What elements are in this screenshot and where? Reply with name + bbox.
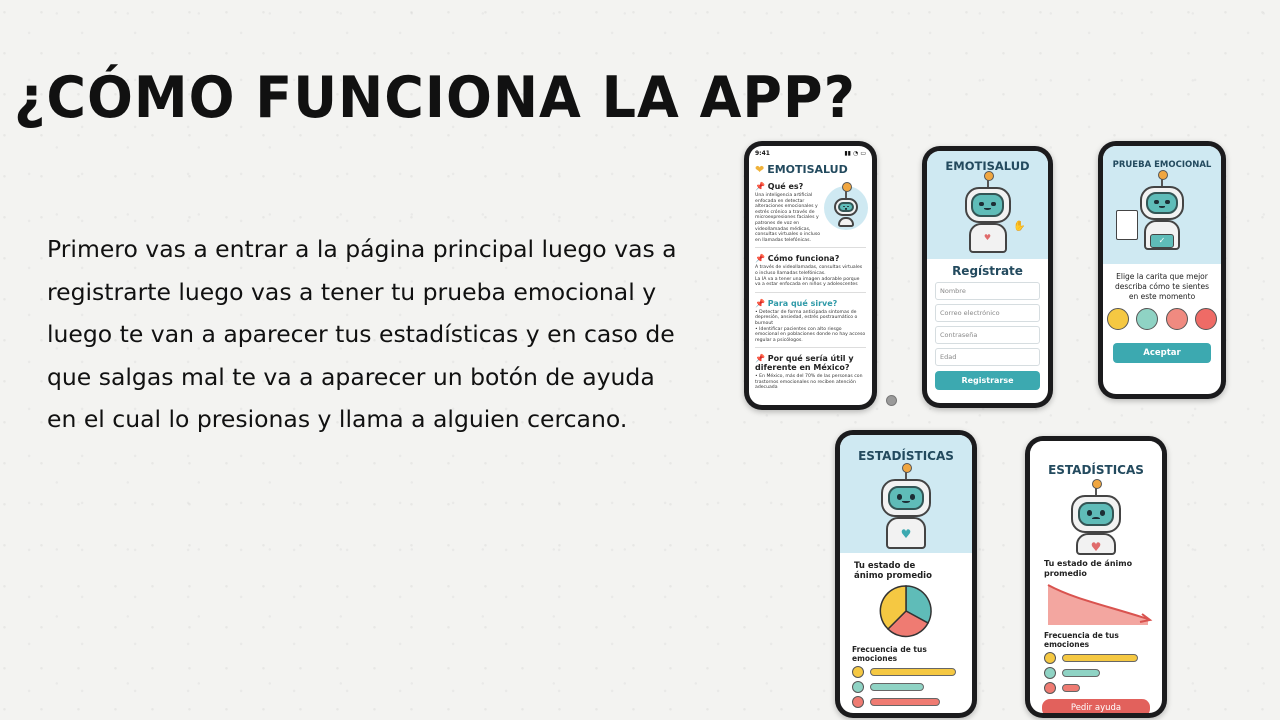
emoji-happy-icon[interactable] <box>1107 308 1130 330</box>
emoji-happy-icon <box>1044 652 1056 664</box>
sad-bar <box>870 698 940 706</box>
app-name: EMOTISALUD <box>767 163 848 176</box>
section-why-text: • En México, más del 70% de las personas… <box>755 374 863 391</box>
section-how-text1: A través de videollamadas, consultas vir… <box>755 265 863 276</box>
emoji-sad-icon <box>1044 682 1056 694</box>
trend-down-icon <box>1047 584 1153 625</box>
phone-emotional-test: PRUEBA EMOCIONAL ✓ Elige la carita que m… <box>1098 141 1226 399</box>
pin-icon: 📌 <box>755 298 765 308</box>
email-field[interactable]: Correo electrónico <box>935 304 1040 322</box>
test-title: PRUEBA EMOCIONAL <box>1112 160 1212 170</box>
section-what-title: Qué es? <box>767 182 804 191</box>
emoji-angry-icon[interactable] <box>1194 308 1217 330</box>
pin-icon: 📌 <box>755 354 765 364</box>
robot-icon: ♥ <box>871 463 941 549</box>
neutral-bar <box>1062 669 1100 677</box>
emoji-happy-icon <box>852 666 864 678</box>
wave-hand-icon: ✋ <box>1013 221 1026 232</box>
robot-sad-icon: ♥ <box>1061 479 1131 555</box>
section-use-title: Para qué sirve? <box>767 298 838 308</box>
section-use-item: • Identificar pacientes con alto riesgo … <box>755 326 866 343</box>
emoji-sad-icon <box>852 696 864 708</box>
test-screen: PRUEBA EMOCIONAL ✓ Elige la carita que m… <box>1103 146 1221 394</box>
statistics-title: ESTADÍSTICAS <box>858 449 954 463</box>
emoji-neutral-icon[interactable] <box>1136 308 1159 330</box>
register-button[interactable]: Registrarse <box>935 371 1040 390</box>
check-icon: ✓ <box>1150 234 1174 248</box>
age-field[interactable]: Edad <box>935 348 1040 366</box>
emoji-neutral-icon <box>1044 667 1056 679</box>
emoji-neutral-icon <box>852 681 864 693</box>
section-how-title: Cómo funciona? <box>767 254 840 264</box>
home-screen: 9:41 ▮▮ ◔ ▭ ❤ EMOTISALUD 📌 Qué es? Una i… <box>749 146 872 405</box>
pin-icon: 📌 <box>755 254 765 264</box>
help-button[interactable]: Pedir ayuda <box>1042 699 1150 713</box>
phone-statistics: ESTADÍSTICAS ♥ Tu estado de ánimo promed… <box>835 430 977 718</box>
clipboard-icon <box>1116 210 1138 240</box>
test-prompt: Elige la carita que mejor describa cómo … <box>1114 272 1210 301</box>
emoji-sad-icon[interactable] <box>1165 308 1188 330</box>
status-time: 9:41 <box>755 150 770 157</box>
phone-register: EMOTISALUD ♥ ✋ Regístrate Nombre Correo … <box>922 146 1053 408</box>
slide-title: ¿CÓMO FUNCIONA LA APP? <box>14 64 856 131</box>
frequency-label: Frecuencia de tus emociones <box>1044 631 1119 649</box>
status-icons: ▮▮ ◔ ▭ <box>844 150 866 157</box>
robot-illustration <box>824 182 868 230</box>
scroll-indicator-icon[interactable] <box>886 395 897 406</box>
robot-icon: ✓ <box>1116 170 1194 254</box>
phone-home: 9:41 ▮▮ ◔ ▭ ❤ EMOTISALUD 📌 Qué es? Una i… <box>744 141 877 410</box>
frequency-bars <box>1044 652 1162 694</box>
neutral-bar <box>870 683 924 691</box>
section-how-text2: La IA va a tener una imagen adorable por… <box>755 276 860 288</box>
mood-label: Tu estado de ánimo promedio <box>854 561 932 581</box>
phone-statistics-help: ESTADÍSTICAS ♥ Tu estado de ánimo promed… <box>1025 436 1167 718</box>
register-heading: Regístrate <box>952 264 1023 278</box>
frequency-label: Frecuencia de tus emociones <box>852 645 927 663</box>
happy-bar <box>870 668 956 676</box>
statistics-title: ESTADÍSTICAS <box>1048 463 1144 477</box>
accept-button[interactable]: Aceptar <box>1113 343 1211 363</box>
robot-icon: ♥ ✋ <box>956 171 1026 253</box>
section-use-item: • Detectar de forma anticipada síntomas … <box>755 309 858 326</box>
sad-bar <box>1062 684 1080 692</box>
slide-body: Primero vas a entrar a la página princip… <box>47 235 677 433</box>
pie-chart-icon <box>879 585 932 638</box>
frequency-bars <box>852 666 972 708</box>
happy-bar <box>1062 654 1138 662</box>
robot-icon <box>831 182 861 228</box>
statistics-help-screen: ESTADÍSTICAS ♥ Tu estado de ánimo promed… <box>1030 441 1162 713</box>
section-what-text: Una inteligencia artificial enfocada en … <box>755 193 821 243</box>
register-screen: EMOTISALUD ♥ ✋ Regístrate Nombre Correo … <box>927 151 1048 403</box>
pin-icon: 📌 <box>755 182 765 191</box>
statistics-screen: ESTADÍSTICAS ♥ Tu estado de ánimo promed… <box>840 435 972 713</box>
heart-icon: ❤ <box>755 163 765 176</box>
section-why-title: Por qué sería útil y diferente en México… <box>755 354 854 373</box>
emoji-row <box>1103 308 1221 334</box>
name-field[interactable]: Nombre <box>935 282 1040 300</box>
mood-label: Tu estado de ánimo promedio <box>1044 559 1133 578</box>
info-content: 📌 Qué es? Una inteligencia artificial en… <box>755 182 868 391</box>
password-field[interactable]: Contraseña <box>935 326 1040 344</box>
